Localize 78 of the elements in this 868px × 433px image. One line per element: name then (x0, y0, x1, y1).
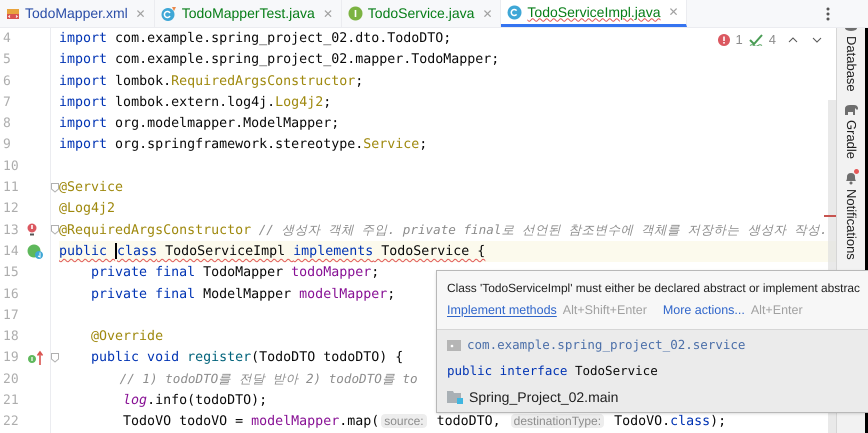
code-line: @Service (59, 179, 124, 198)
action-link[interactable]: More actions... (662, 300, 745, 320)
error-message: Class 'TodoServiceImpl' must either be declared abstract or implement abstrac (447, 280, 861, 297)
code-line: import org.springframework.stereotype.Service; (59, 136, 428, 154)
line-number: 18 (2, 328, 20, 346)
action-link[interactable]: Implement methods (447, 300, 557, 320)
error-icon[interactable] (718, 34, 730, 46)
code-line: private final ModelMapper modelMapper; (90, 286, 396, 304)
code-line: import lombok.extern.log4j.Log4j2; (59, 94, 332, 112)
editor-tab[interactable]: TodoServiceImpl.java ✕ (501, 0, 688, 27)
more-menu-icon[interactable] (826, 6, 830, 20)
fold-icon[interactable] (51, 182, 59, 193)
line-number: 14 (2, 242, 20, 261)
line-number: 10 (2, 158, 20, 176)
editor-tab[interactable]: TodoMapper.xml ✕ (0, 0, 155, 27)
module-folder-icon (447, 390, 463, 404)
line-number: 7 (2, 94, 12, 112)
code-line: import com.example.spring_project_02.dto.TodoDTO; (59, 30, 452, 48)
warning-count: 4 (768, 31, 776, 49)
line-number: 5 (2, 51, 12, 70)
code-line: public class TodoServiceImpl implements TodoService { (59, 242, 486, 262)
check-icon[interactable] (748, 34, 763, 46)
package-name: com.example.spring_project_02.service (467, 336, 746, 354)
parameter-hint: destinationType: (510, 414, 604, 428)
line-number: 11 (2, 179, 20, 198)
code-line: TodoVO todoVO = modelMapper.map( source: todoDTO, destinationType: TodoVO.class); (122, 413, 726, 432)
database-icon[interactable] (844, 28, 858, 32)
tool-window-label[interactable]: Database (841, 36, 861, 92)
fold-icon[interactable] (51, 353, 59, 364)
class-icon (507, 4, 522, 20)
line-number: 12 (2, 200, 20, 218)
error-bulb-icon[interactable] (27, 223, 37, 238)
elephant-icon[interactable] (843, 104, 859, 116)
implemented-icon[interactable] (27, 244, 45, 260)
code-line: @Override (90, 328, 164, 346)
package-icon (447, 340, 461, 350)
line-number: 9 (2, 136, 12, 154)
code-line: import com.example.spring_project_02.mapper.TodoMapper; (59, 51, 500, 70)
line-number: 22 (2, 413, 20, 432)
close-icon[interactable]: ✕ (668, 3, 678, 21)
line-number: 17 (2, 306, 20, 325)
tool-window-label[interactable]: Notifications (841, 188, 861, 260)
code-line: import lombok.RequiredArgsConstructor; (59, 72, 364, 91)
implements-icon[interactable] (27, 350, 45, 366)
parameter-hint: source: (381, 414, 427, 428)
line-number: 20 (2, 370, 20, 389)
declaration-text: public interface TodoService (447, 362, 658, 380)
fold-icon[interactable] (51, 225, 59, 236)
xml-file-icon (6, 6, 20, 20)
line-number: 15 (2, 264, 20, 282)
line-number: 4 (2, 30, 12, 48)
class-test-icon (160, 6, 177, 22)
tab-label: TodoService.java (368, 4, 474, 23)
code-line: @RequiredArgsConstructor // 생성자 객체 주입. private final로 선언된 참조변수에 객체를 저장하는 생성자 작성. (59, 221, 828, 240)
line-number: 16 (2, 286, 20, 304)
bell-icon[interactable] (844, 170, 858, 185)
error-count: 1 (736, 31, 743, 49)
module-name: Spring_Project_02.main (469, 388, 618, 407)
shortcut-text: Alt+Enter (750, 302, 803, 319)
code-line: private final TodoMapper todoMapper; (90, 264, 380, 282)
interface-icon (348, 6, 363, 21)
code-line: log.info(todoDTO); (122, 392, 268, 410)
line-number: 6 (2, 72, 12, 91)
shortcut-text: Alt+Shift+Enter (562, 302, 647, 319)
code-line: @Log4j2 (59, 200, 116, 218)
code-line: import org.modelmapper.ModelMapper; (59, 115, 340, 134)
tool-window-label[interactable]: Gradle (841, 120, 861, 159)
editor-tab[interactable]: TodoMapperTest.java ✕ (154, 0, 342, 27)
code-line: // 1) todoDTO를 전달 받아 2) todoDTO를 to (118, 370, 418, 388)
line-number: 21 (2, 392, 20, 410)
line-number: 19 (2, 349, 20, 368)
tab-label: TodoServiceImpl.java (527, 2, 660, 22)
line-number: 13 (2, 222, 20, 240)
text-caret (115, 243, 118, 260)
code-line: public void register(TodoDTO todoDTO) { (90, 349, 404, 368)
line-number: 8 (2, 115, 12, 134)
tab-label: TodoMapper.xml (25, 4, 128, 23)
tab-label: TodoMapperTest.java (182, 4, 315, 23)
